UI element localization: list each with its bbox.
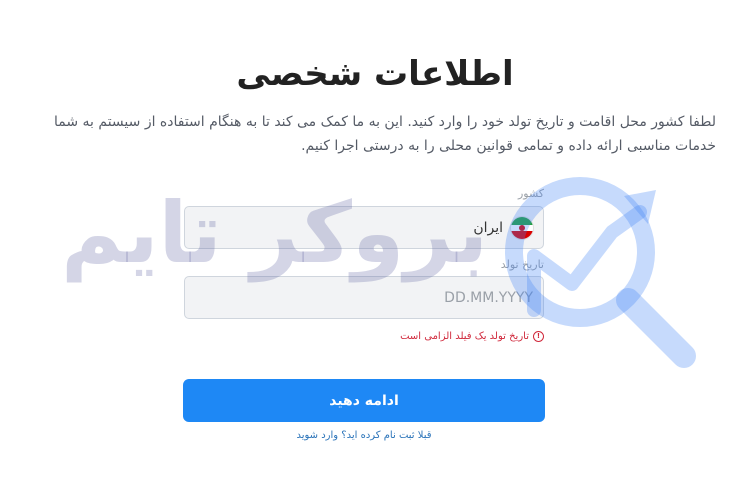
page-title: اطلاعات شخصی — [236, 54, 514, 94]
login-link[interactable]: قبلا ثبت نام کرده اید؟ وارد شوید — [0, 428, 728, 444]
page-description: لطفا کشور محل اقامت و تاریخ تولد خود را … — [53, 114, 716, 154]
personal-info-page: اطلاعات شخصی لطفا کشور محل اقامت و تاریخ… — [0, 0, 750, 481]
personal-info-form: کشور ایران تاریخ تولد ! تاریخ تولد یک فی… — [184, 186, 544, 344]
birthdate-error-text: تاریخ تولد یک فیلد الزامی است — [400, 330, 529, 342]
iran-flag-icon — [511, 216, 533, 239]
country-label: کشور — [517, 187, 544, 200]
error-icon: ! — [533, 330, 544, 342]
birthdate-field-wrapper — [184, 276, 544, 319]
birthdate-label: تاریخ تولد — [500, 258, 544, 271]
birthdate-input[interactable] — [195, 289, 533, 306]
country-select[interactable]: ایران — [184, 206, 544, 249]
birthdate-error: ! تاریخ تولد یک فیلد الزامی است — [184, 328, 544, 344]
continue-button[interactable]: ادامه دهید — [183, 379, 545, 422]
country-value: ایران — [473, 219, 503, 236]
